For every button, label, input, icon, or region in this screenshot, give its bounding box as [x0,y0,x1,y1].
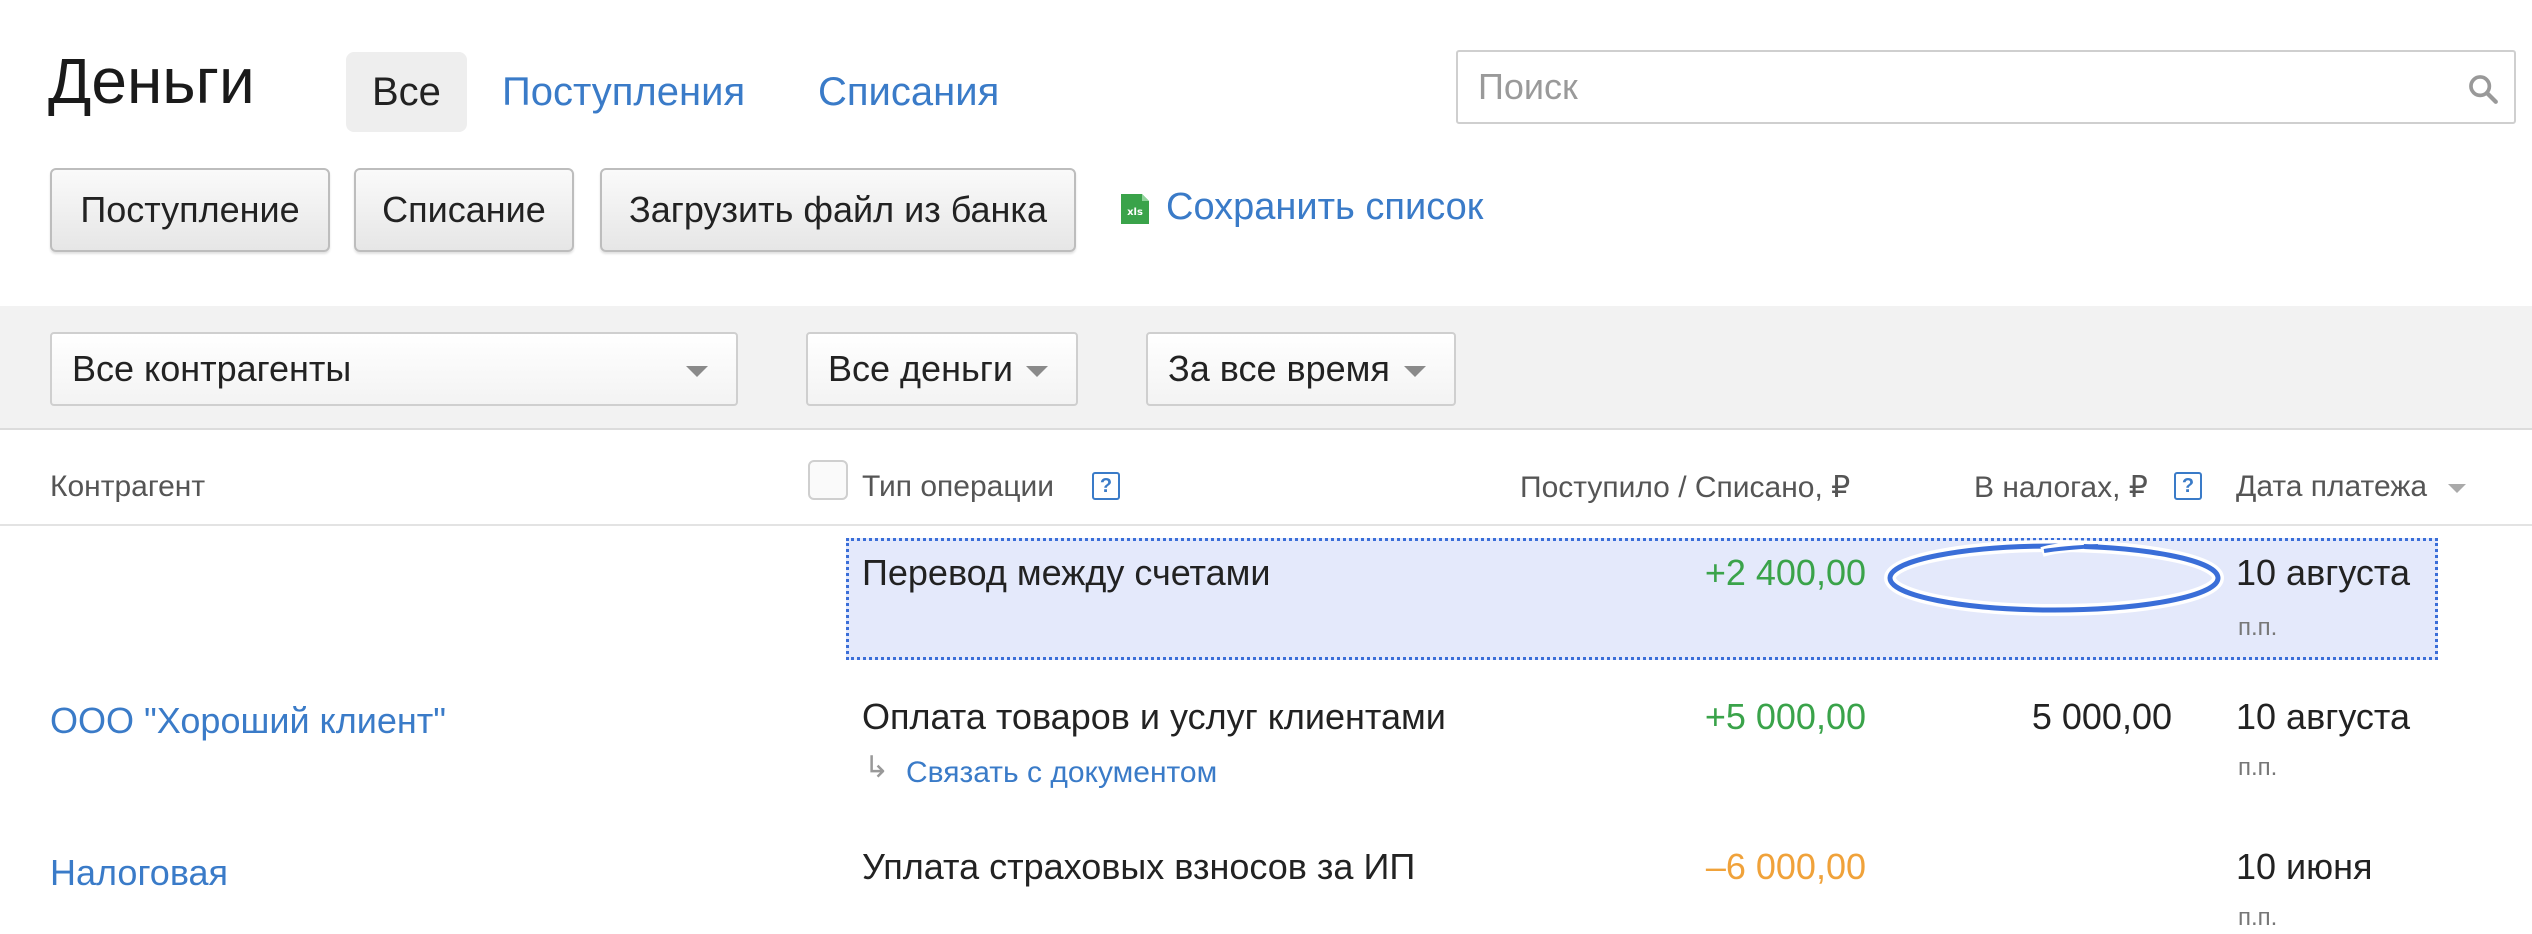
circle-annotation [1884,540,2224,616]
chevron-down-icon [1026,366,1048,377]
column-header-operation-type: Тип операции [862,470,1055,503]
amount-value: –6 000,00 [1705,846,1866,887]
document-type: п.п. [2238,614,2278,641]
amount-value: +2 400,00 [1704,552,1866,593]
amount-value: +5 000,00 [1704,696,1866,737]
income-button[interactable]: Поступление [50,168,330,252]
help-icon[interactable]: ? [1092,472,1120,500]
counterparty-link[interactable]: ООО "Хороший клиент" [50,700,446,742]
document-type: п.п. [2238,754,2278,781]
chevron-down-icon [1404,366,1426,377]
column-header-taxes: В налогах, ₽ [1974,471,2148,504]
money-filter-label: Все деньги [828,348,1013,389]
period-filter[interactable]: За все время [1146,332,1456,406]
svg-text:xls: xls [1127,207,1143,218]
payment-date: 10 августа [2236,552,2411,593]
search-box [1456,50,2516,124]
page-title: Деньги [48,45,255,117]
column-header-counterparty: Контрагент [50,470,206,503]
taxes-value: 5 000,00 [2031,696,2172,737]
column-header-date[interactable]: Дата платежа [2236,470,2427,504]
link-document-link[interactable]: Связать с документом [906,756,1217,790]
chevron-down-icon [686,366,708,377]
upload-bank-file-button[interactable]: Загрузить файл из банка [600,168,1076,252]
select-all-checkbox[interactable] [808,460,848,500]
divider [0,524,2532,526]
arrow-icon: ↳ [864,751,890,784]
save-list-link[interactable]: Сохранить список [1166,186,1483,229]
tab-all[interactable]: Все [346,52,467,132]
tab-income[interactable]: Поступления [476,52,771,132]
counterparty-link[interactable]: Налоговая [50,852,228,894]
help-icon[interactable]: ? [2174,472,2202,500]
sort-down-icon[interactable] [2448,484,2466,493]
expense-button[interactable]: Списание [354,168,574,252]
period-filter-label: За все время [1168,348,1390,389]
money-filter[interactable]: Все деньги [806,332,1078,406]
counterparty-filter-label: Все контрагенты [72,348,352,389]
document-type: п.п. [2238,904,2278,931]
payment-date: 10 августа [2236,696,2411,737]
operation-type: Уплата страховых взносов за ИП [862,846,1416,887]
operation-type: Перевод между счетами [862,552,1271,593]
search-input[interactable] [1458,52,2514,122]
column-header-amount: Поступило / Списано, ₽ [1520,471,1851,504]
payment-date: 10 июня [2236,846,2373,887]
search-icon[interactable] [2466,72,2500,106]
counterparty-filter[interactable]: Все контрагенты [50,332,738,406]
xls-icon: xls [1121,194,1149,224]
tab-expense[interactable]: Списания [792,52,1025,132]
operation-type: Оплата товаров и услуг клиентами [862,696,1446,737]
